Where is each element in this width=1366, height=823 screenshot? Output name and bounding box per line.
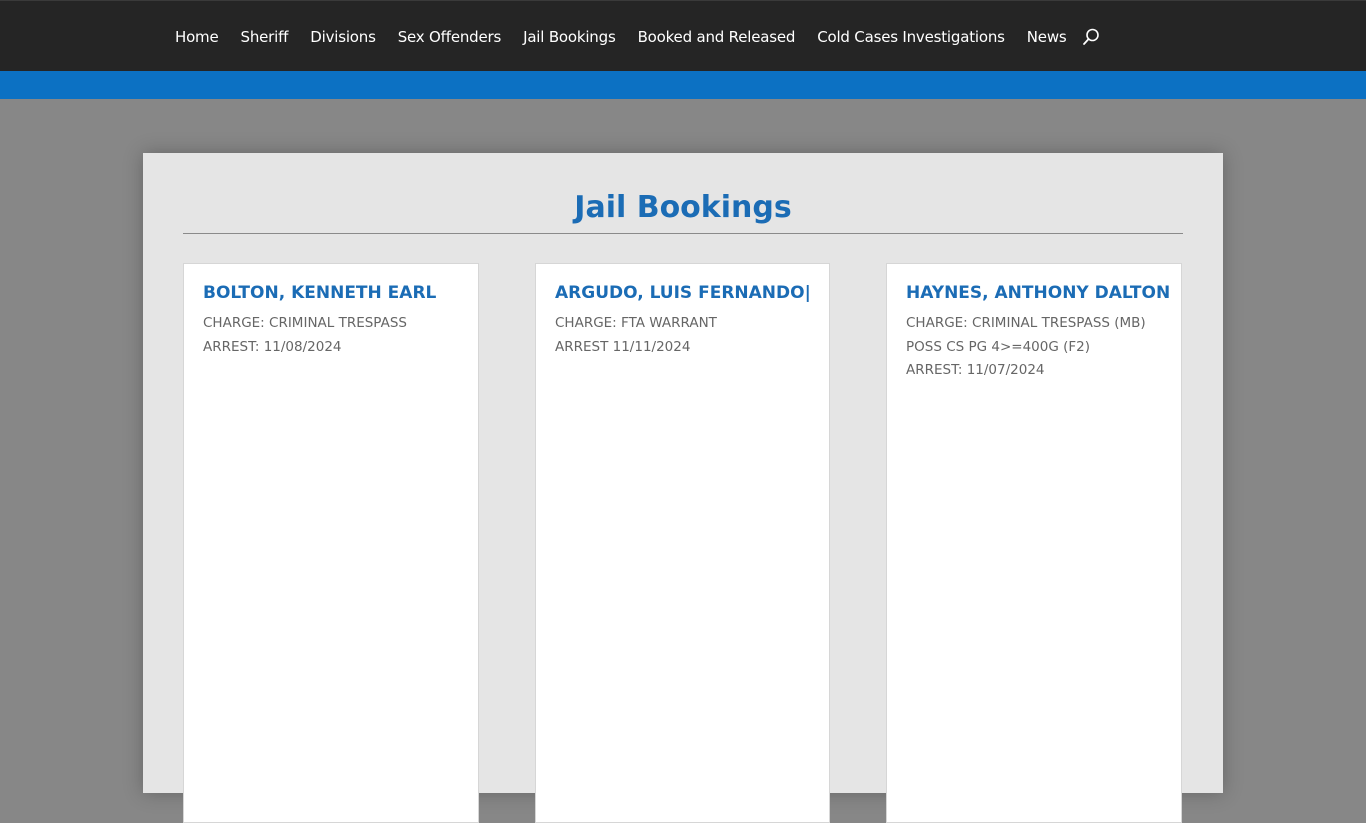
search-icon[interactable] <box>1081 27 1101 47</box>
arrest-date: ARREST: 11/08/2024 <box>203 338 342 355</box>
content-panel: Jail Bookings BOLTON, KENNETH EARL CHARG… <box>143 153 1223 823</box>
nav-sheriff[interactable]: Sheriff <box>241 28 289 46</box>
charge-text: CHARGE: CRIMINAL TRESPASS <box>203 315 407 331</box>
top-navigation-bar: Home Sheriff Divisions Sex Offenders Jai… <box>0 0 1366 71</box>
arrest-date: ARREST: 11/07/2024 <box>906 362 1045 378</box>
booking-card: HAYNES, ANTHONY DALTON CHARGE: CRIMINAL … <box>886 263 1182 823</box>
inmate-name[interactable]: BOLTON, KENNETH EARL <box>203 282 459 304</box>
charge-text: CHARGE: CRIMINAL TRESPASS (MB) <box>906 315 1146 331</box>
nav-sex-offenders[interactable]: Sex Offenders <box>398 28 502 46</box>
search-icon-glyph <box>1082 28 1099 45</box>
booking-card: ARGUDO, LUIS FERNANDO| CHARGE: FTA WARRA… <box>535 263 830 823</box>
title-divider <box>183 233 1183 234</box>
nav-divisions[interactable]: Divisions <box>310 28 376 46</box>
charge-text: POSS CS PG 4>=400G (F2) <box>906 338 1090 355</box>
nav-cold-cases-investigations[interactable]: Cold Cases Investigations <box>817 28 1005 46</box>
booking-card: BOLTON, KENNETH EARL CHARGE: CRIMINAL TR… <box>183 263 479 823</box>
nav-booked-and-released[interactable]: Booked and Released <box>638 28 796 46</box>
inmate-name[interactable]: HAYNES, ANTHONY DALTON <box>906 282 1170 304</box>
inmate-name[interactable]: ARGUDO, LUIS FERNANDO| <box>555 282 811 304</box>
page-title: Jail Bookings <box>574 190 792 225</box>
main-nav: Home Sheriff Divisions Sex Offenders Jai… <box>175 1 1101 72</box>
accent-bar <box>0 71 1366 99</box>
arrest-date: ARREST 11/11/2024 <box>555 338 691 355</box>
charge-text: CHARGE: FTA WARRANT <box>555 315 717 331</box>
nav-news[interactable]: News <box>1027 28 1067 46</box>
nav-jail-bookings[interactable]: Jail Bookings <box>523 28 616 46</box>
nav-home[interactable]: Home <box>175 28 219 46</box>
